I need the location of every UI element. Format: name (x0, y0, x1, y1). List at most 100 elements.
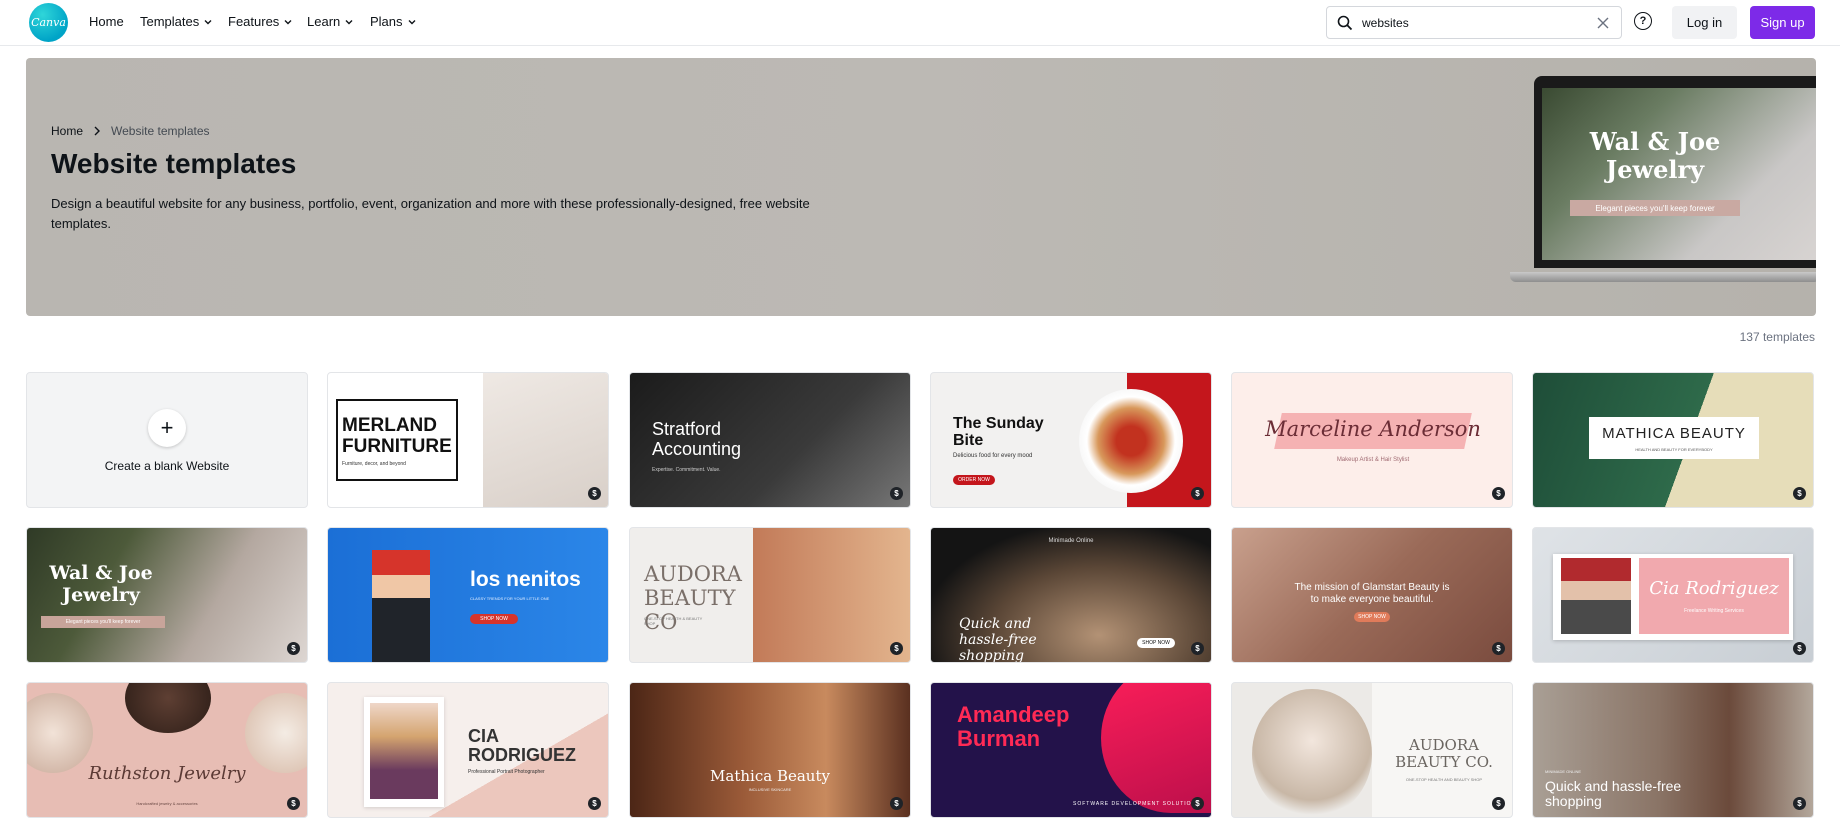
canva-logo[interactable]: Canva (29, 3, 68, 42)
template-card[interactable]: AUDORA BEAUTY CO. ONE-STOP HEALTH AND BE… (1231, 682, 1513, 818)
premium-badge: $ (1793, 487, 1806, 500)
template-subtitle: Elegant pieces you'll keep forever (41, 616, 165, 628)
template-card[interactable]: Mathica Beauty INCLUSIVE SKINCARE $ (629, 682, 911, 818)
template-title: The mission of Glamstart Beauty is to ma… (1294, 582, 1450, 605)
chevron-down-icon (284, 19, 292, 24)
template-image (27, 693, 93, 773)
template-title: Mathica Beauty (710, 767, 830, 785)
chevron-down-icon (204, 19, 212, 24)
breadcrumb-home[interactable]: Home (51, 124, 83, 138)
template-subtitle: ONE-STOP HEALTH & BEAUTY SHOP (644, 616, 703, 626)
template-title: Marceline Anderson (1265, 417, 1481, 441)
template-title: Wal & Joe Jewelry (49, 562, 153, 606)
nav-home[interactable]: Home (89, 14, 124, 29)
template-card[interactable]: MINIMADE ONLINE Quick and hassle-free sh… (1532, 682, 1814, 818)
breadcrumb-current: Website templates (111, 124, 210, 138)
help-icon[interactable]: ? (1634, 12, 1652, 30)
search-input[interactable] (1362, 13, 1587, 33)
template-cta: SHOP NOW (1137, 638, 1175, 648)
nav-learn[interactable]: Learn (307, 14, 354, 29)
premium-badge: $ (287, 642, 300, 655)
top-navigation: Canva Home Templates Features Learn Plan… (0, 0, 1840, 46)
template-title: The Sunday Bite (953, 415, 1044, 449)
create-blank-card[interactable]: + Create a blank Website (26, 372, 308, 508)
premium-badge: $ (1492, 797, 1505, 810)
template-title: MATHICA BEAUTY (1602, 425, 1746, 442)
template-shape (1101, 683, 1211, 813)
template-card[interactable]: Wal & Joe Jewelry Elegant pieces you'll … (26, 527, 308, 663)
page-title: Website templates (51, 148, 297, 179)
login-button[interactable]: Log in (1672, 6, 1737, 39)
template-card[interactable]: Minimade Online Quick and hassle-free sh… (930, 527, 1212, 663)
signup-button[interactable]: Sign up (1750, 6, 1815, 39)
template-title: Quick and hassle-free shopping (1545, 778, 1682, 809)
premium-badge: $ (890, 642, 903, 655)
page-description: Design a beautiful website for any busin… (51, 196, 810, 231)
laptop-screen: Wal & Joe Jewelry Elegant pieces you'll … (1542, 88, 1816, 260)
template-card[interactable]: The Sunday Bite Delicious food for every… (930, 372, 1212, 508)
template-subtitle: Makeup Artist & Hair Stylist (1336, 457, 1410, 463)
template-card[interactable]: Ruthston Jewelry Handcrafted jewelry & a… (26, 682, 308, 818)
template-card[interactable]: Amandeep Burman SOFTWARE DEVELOPMENT SOL… (930, 682, 1212, 818)
premium-badge: $ (1191, 642, 1204, 655)
template-cta: ORDER NOW (953, 475, 995, 485)
premium-badge: $ (1793, 642, 1806, 655)
template-title: Cia Rodriguez (1649, 578, 1779, 599)
template-subtitle: Furniture, decor, and beyond (342, 461, 406, 467)
hero-banner: Home Website templates Website templates… (26, 58, 1816, 316)
template-subtitle: MINIMADE ONLINE (1545, 769, 1582, 774)
chevron-down-icon (408, 19, 416, 24)
template-card[interactable]: Stratford Accounting Expertise. Commitme… (629, 372, 911, 508)
template-title: los nenitos (470, 568, 581, 591)
template-title: Quick and hassle-free shopping (959, 616, 1037, 663)
premium-badge: $ (1492, 487, 1505, 500)
template-image (1561, 558, 1631, 634)
breadcrumb: Home Website templates (51, 124, 210, 138)
template-subtitle: SOFTWARE DEVELOPMENT SOLUTIONS (1073, 801, 1201, 807)
template-subtitle: Freelance Writing Services (1684, 608, 1744, 614)
nav-learn-label: Learn (307, 14, 341, 29)
search-icon (1337, 15, 1353, 31)
premium-badge: $ (287, 797, 300, 810)
template-image (125, 683, 211, 733)
clear-search-icon[interactable] (1597, 17, 1609, 29)
nav-templates[interactable]: Templates (140, 14, 213, 29)
template-card[interactable]: The mission of Glamstart Beauty is to ma… (1231, 527, 1513, 663)
nav-templates-label: Templates (140, 14, 200, 29)
template-subtitle: Minimade Online (1048, 538, 1094, 544)
nav-features[interactable]: Features (228, 14, 293, 29)
premium-badge: $ (1191, 487, 1204, 500)
template-subtitle: INCLUSIVE SKINCARE (748, 787, 792, 792)
logo-text: Canva (31, 16, 66, 29)
template-card[interactable]: MERLAND FURNITURE Furniture, decor, and … (327, 372, 609, 508)
laptop-screen-subtitle: Elegant pieces you'll keep forever (1570, 200, 1740, 216)
template-card[interactable]: AUDORA BEAUTY CO ONE-STOP HEALTH & BEAUT… (629, 527, 911, 663)
template-subtitle: CLASSY TRENDS FOR YOUR LITTLE ONE (470, 596, 550, 601)
template-subtitle: HEALTH AND BEAUTY FOR EVERYBODY (1635, 447, 1713, 452)
create-blank-label: Create a blank Website (104, 459, 230, 473)
template-title: Stratford Accounting (652, 419, 742, 459)
template-card[interactable]: los nenitos CLASSY TRENDS FOR YOUR LITTL… (327, 527, 609, 663)
template-title: Amandeep Burman (957, 702, 1070, 751)
template-card[interactable]: CIA RODRIGUEZ Professional Portrait Phot… (327, 682, 609, 818)
premium-badge: $ (1793, 797, 1806, 810)
template-image (1252, 689, 1372, 817)
template-card[interactable]: Marceline Anderson Makeup Artist & Hair … (1231, 372, 1513, 508)
premium-badge: $ (588, 487, 601, 500)
chevron-down-icon (345, 19, 353, 24)
template-card[interactable]: MATHICA BEAUTY HEALTH AND BEAUTY FOR EVE… (1532, 372, 1814, 508)
template-image (370, 703, 438, 799)
template-image (1079, 389, 1183, 493)
premium-badge: $ (890, 487, 903, 500)
chevron-right-icon (94, 126, 101, 136)
template-image (372, 550, 430, 662)
template-subtitle: ONE-STOP HEALTH AND BEAUTY SHOP (1405, 777, 1483, 782)
template-subtitle: Professional Portrait Photographer (468, 769, 545, 775)
help-symbol: ? (1639, 15, 1647, 27)
template-subtitle: Handcrafted jewelry & accessories (136, 801, 198, 806)
laptop-screen-title: Wal & Joe Jewelry (1589, 127, 1721, 184)
template-cta: SHOP NOW (470, 614, 518, 624)
nav-plans[interactable]: Plans (370, 14, 417, 29)
template-title: AUDORA BEAUTY CO. (1395, 736, 1493, 771)
template-card[interactable]: Cia Rodriguez Freelance Writing Services… (1532, 527, 1814, 663)
